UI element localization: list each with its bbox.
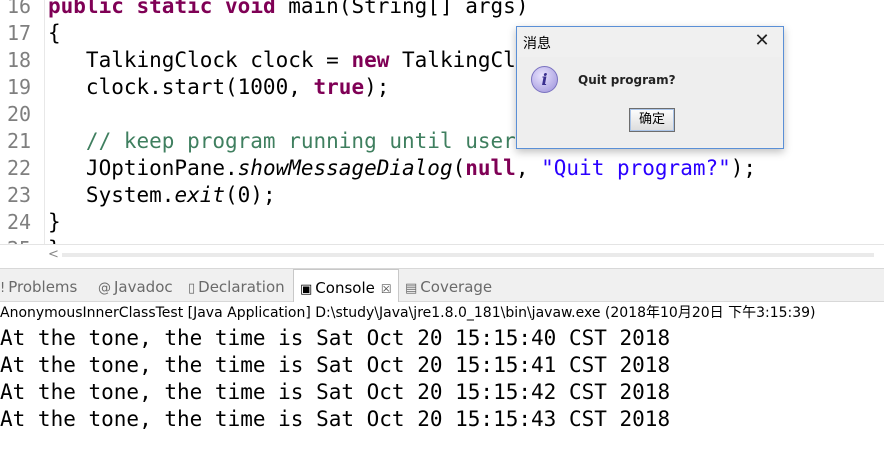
line-number: 18: [7, 48, 32, 72]
line-number: 25: [7, 236, 37, 244]
code-token: );: [730, 156, 757, 180]
code-token: (0);: [225, 183, 276, 207]
code-token: true: [313, 75, 365, 99]
code-text: System.exit(0);: [48, 182, 276, 209]
tab-label: Console: [315, 279, 375, 297]
code-token: (: [452, 156, 466, 180]
code-token: }: [48, 210, 61, 234]
tab-coverage[interactable]: ▤ Coverage: [405, 269, 492, 301]
line-number: 24: [7, 210, 32, 234]
code-token: "Quit program?": [541, 156, 731, 180]
dialog-title: 消息: [523, 36, 551, 52]
code-token: {: [48, 21, 61, 45]
console-output-line: At the tone, the time is Sat Oct 20 15:1…: [0, 353, 671, 377]
console-output-line: At the tone, the time is Sat Oct 20 15:1…: [0, 326, 671, 350]
code-token: JOptionPane.: [48, 156, 238, 180]
tab-declaration[interactable]: ▯ Declaration: [188, 269, 285, 301]
code-text: {: [48, 20, 61, 47]
code-token: null: [465, 156, 516, 180]
console-description: AnonymousInnerClassTest [Java Applicatio…: [0, 305, 816, 321]
bottom-views-panel: ! Problems @ Javadoc ▯ Declaration ▣ Console…: [0, 268, 884, 475]
tab-label: Problems: [8, 278, 78, 296]
code-token: exit: [174, 183, 226, 207]
code-token: );: [364, 75, 390, 99]
code-token: public: [48, 0, 124, 18]
message-dialog: 消息 ✕ i Quit program? 确定: [516, 26, 784, 149]
tab-label: Javadoc: [114, 278, 173, 296]
horizontal-scrollbar[interactable]: <: [0, 244, 884, 265]
line-number: 20: [7, 102, 32, 126]
dialog-body: i Quit program? 确定: [518, 57, 782, 147]
code-text: TalkingClock clock = new TalkingClock(: [48, 47, 566, 74]
code-token: static: [136, 0, 213, 18]
line-number: 16: [7, 0, 32, 18]
code-token: new: [351, 48, 390, 72]
code-token: }: [48, 237, 61, 244]
tab-label: Declaration: [198, 278, 285, 296]
close-icon[interactable]: ☒: [381, 282, 392, 296]
close-icon[interactable]: ✕: [747, 29, 777, 53]
tab-problems[interactable]: ! Problems: [0, 269, 77, 301]
code-token: TalkingClock clock =: [48, 48, 352, 72]
code-text: }: [48, 236, 61, 244]
scroll-track[interactable]: [62, 253, 874, 257]
line-number: 21: [7, 129, 32, 153]
gutter-divider: [44, 0, 45, 244]
code-text: public static void main(String[] args): [48, 0, 528, 20]
code-token: ,: [515, 156, 542, 180]
code-token: System.: [48, 183, 175, 207]
code-text: JOptionPane.showMessageDialog(null, "Qui…: [48, 155, 756, 182]
tab-javadoc[interactable]: @ Javadoc: [98, 269, 173, 301]
code-text: clock.start(1000, true);: [48, 74, 389, 101]
dialog-message: Quit program?: [578, 73, 676, 87]
view-tab-bar: ! Problems @ Javadoc ▯ Declaration ▣ Console…: [0, 268, 884, 302]
ok-button[interactable]: 确定: [629, 108, 675, 132]
code-token: clock.start(1000,: [48, 75, 314, 99]
line-number: 19: [7, 75, 32, 99]
code-token: main(String[] args): [275, 0, 529, 18]
scroll-left-icon[interactable]: <: [48, 245, 59, 265]
console-output-line: At the tone, the time is Sat Oct 20 15:1…: [0, 407, 671, 431]
line-number: 17: [7, 21, 32, 45]
console-output-line: At the tone, the time is Sat Oct 20 15:1…: [0, 380, 671, 404]
info-icon: i: [531, 66, 558, 93]
code-text: }: [48, 209, 61, 236]
tab-label: Coverage: [420, 278, 493, 296]
code-token: showMessageDialog: [237, 156, 453, 180]
code-token: void: [225, 0, 276, 18]
line-number: 23: [7, 183, 32, 207]
tab-console[interactable]: ▣ Console ☒: [293, 269, 399, 302]
line-number: 22: [7, 156, 32, 180]
